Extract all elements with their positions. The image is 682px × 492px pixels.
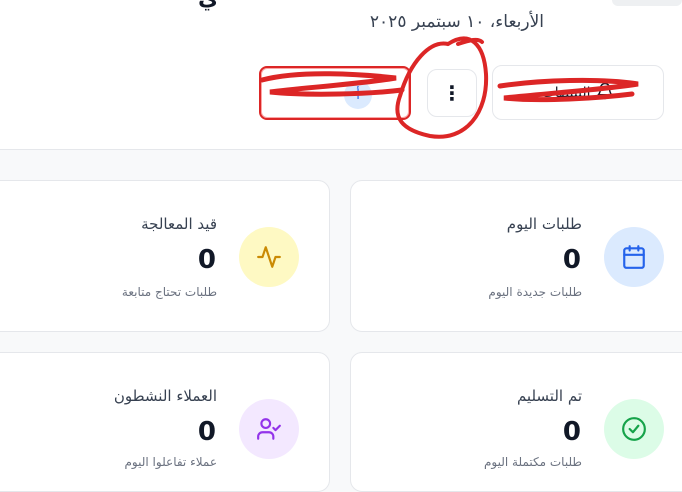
card-subtitle: طلبات جديدة اليوم — [488, 285, 582, 299]
bell-icon — [596, 82, 614, 104]
user-avatar: أ — [344, 81, 372, 109]
chevron-down-icon: ⌄ — [305, 83, 317, 99]
card-subtitle: عملاء تفاعلوا اليوم — [124, 455, 217, 469]
card-subtitle: طلبات مكتملة اليوم — [484, 455, 582, 469]
stat-card-today-orders: طلبات اليوم 0 طلبات جديدة اليوم — [350, 180, 682, 332]
stat-card-active-customers: العملاء النشطون 0 عملاء تفاعلوا اليوم — [0, 352, 330, 492]
page-title: ي — [198, 0, 218, 11]
card-value: 0 — [562, 417, 581, 447]
card-title: طلبات اليوم — [506, 215, 582, 233]
card-title: تم التسليم — [516, 387, 582, 405]
stat-card-in-progress: قيد المعالجة 0 طلبات تحتاج متابعة — [0, 180, 330, 332]
notifications-button[interactable]: التنبيهات — [492, 65, 664, 120]
card-value: 0 — [562, 245, 581, 275]
activity-icon — [239, 227, 299, 287]
top-right-fragment — [612, 0, 682, 6]
more-vertical-icon: ⋮ — [442, 81, 462, 105]
card-subtitle: طلبات تحتاج متابعة — [121, 285, 217, 299]
current-date: الأربعاء، ١٠ سبتمبر ٢٠٢٥ — [369, 12, 544, 32]
stat-card-delivered: تم التسليم 0 طلبات مكتملة اليوم — [350, 352, 682, 492]
dashboard-header: ي الأربعاء، ١٠ سبتمبر ٢٠٢٥ التنبيهات ⋮ أ… — [0, 0, 682, 150]
user-check-icon — [239, 399, 299, 459]
more-menu-button[interactable]: ⋮ — [427, 69, 477, 117]
user-menu-button[interactable]: أ ⌄ — [259, 66, 411, 120]
calendar-icon — [604, 227, 664, 287]
check-circle-icon — [604, 399, 664, 459]
card-title: العملاء النشطون — [113, 387, 217, 405]
notifications-label: التنبيهات — [541, 84, 591, 101]
card-title: قيد المعالجة — [141, 215, 217, 233]
card-value: 0 — [197, 245, 216, 275]
card-value: 0 — [197, 417, 216, 447]
